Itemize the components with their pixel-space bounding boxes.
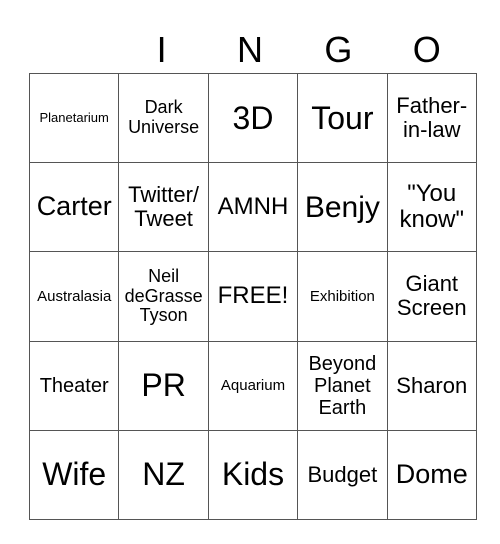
cell-label: Australasia: [37, 287, 112, 305]
bingo-cell[interactable]: Beyond Planet Earth: [297, 340, 388, 431]
cell-label: Planetarium: [39, 110, 109, 126]
cell-label: 3D: [232, 99, 274, 136]
cell-label: Beyond Planet Earth: [308, 352, 377, 419]
bingo-cell[interactable]: 3D: [207, 72, 299, 164]
cell-label: Dome: [395, 459, 468, 489]
cell-label: Aquarium: [220, 376, 286, 394]
board-row: Australasia Neil deGrasse Tyson FREE! Ex…: [28, 251, 477, 342]
bingo-cell[interactable]: Dark Universe: [118, 72, 209, 164]
bingo-cell[interactable]: AMNH: [207, 162, 299, 253]
cell-label: Tour: [311, 99, 374, 136]
bingo-cell[interactable]: Aquarium: [207, 340, 299, 431]
bingo-cell[interactable]: Australasia: [28, 251, 120, 342]
cell-label: Sharon: [396, 372, 468, 398]
cell-label: Dark Universe: [128, 97, 200, 138]
cell-label: Kids: [221, 456, 285, 493]
bingo-cell[interactable]: Carter: [28, 162, 120, 253]
cell-label: Twitter/ Tweet: [128, 182, 200, 232]
cell-label: Giant Screen: [396, 271, 467, 321]
bingo-cell[interactable]: PR: [118, 340, 209, 431]
header-letter-o: O: [412, 29, 441, 70]
bingo-cell[interactable]: Giant Screen: [386, 251, 477, 342]
cell-label: Benjy: [304, 190, 380, 224]
bingo-board: Planetarium Dark Universe 3D Tour Father…: [28, 72, 477, 520]
bingo-cell[interactable]: Planetarium: [28, 72, 120, 164]
bingo-cell[interactable]: Neil deGrasse Tyson: [118, 251, 209, 342]
board-row: Planetarium Dark Universe 3D Tour Father…: [28, 72, 477, 164]
cell-label: Wife: [42, 456, 107, 493]
header-letter-i: I: [156, 29, 167, 70]
bingo-cell[interactable]: Theater: [28, 340, 120, 431]
cell-label: FREE!: [217, 282, 289, 310]
cell-label: Budget: [307, 461, 378, 487]
cell-label: AMNH: [217, 193, 289, 221]
bingo-cell[interactable]: Tour: [297, 72, 388, 164]
cell-label: NZ: [142, 456, 185, 493]
bingo-cell[interactable]: Dome: [386, 429, 477, 520]
bingo-cell[interactable]: NZ: [118, 429, 209, 520]
bingo-cell[interactable]: Benjy: [297, 162, 388, 253]
header-letter-g: G: [324, 29, 353, 70]
bingo-cell[interactable]: Kids: [207, 429, 299, 520]
bingo-cell[interactable]: Exhibition: [297, 251, 388, 342]
bingo-cell[interactable]: Father- in-law: [386, 72, 477, 164]
board-row: Carter Twitter/ Tweet AMNH Benjy "You kn…: [28, 162, 477, 253]
bingo-cell[interactable]: "You know": [386, 162, 477, 253]
bingo-cell[interactable]: Wife: [28, 429, 120, 520]
bingo-cell[interactable]: Sharon: [386, 340, 477, 431]
cell-label: Carter: [36, 191, 112, 222]
bingo-cell[interactable]: Twitter/ Tweet: [118, 162, 209, 253]
bingo-header: I N G O: [29, 28, 471, 72]
header-letter-n: N: [236, 29, 263, 70]
cell-label: Theater: [39, 374, 109, 397]
cell-label: Exhibition: [309, 287, 375, 305]
free-space-cell[interactable]: FREE!: [207, 251, 299, 342]
bingo-cell[interactable]: Budget: [297, 429, 388, 520]
cell-label: Neil deGrasse Tyson: [124, 265, 203, 326]
cell-label: "You know": [399, 179, 465, 234]
cell-label: PR: [141, 367, 186, 404]
board-row: Theater PR Aquarium Beyond Planet Earth …: [28, 340, 477, 431]
board-row: Wife NZ Kids Budget Dome: [28, 429, 477, 520]
cell-label: Father- in-law: [396, 92, 468, 143]
